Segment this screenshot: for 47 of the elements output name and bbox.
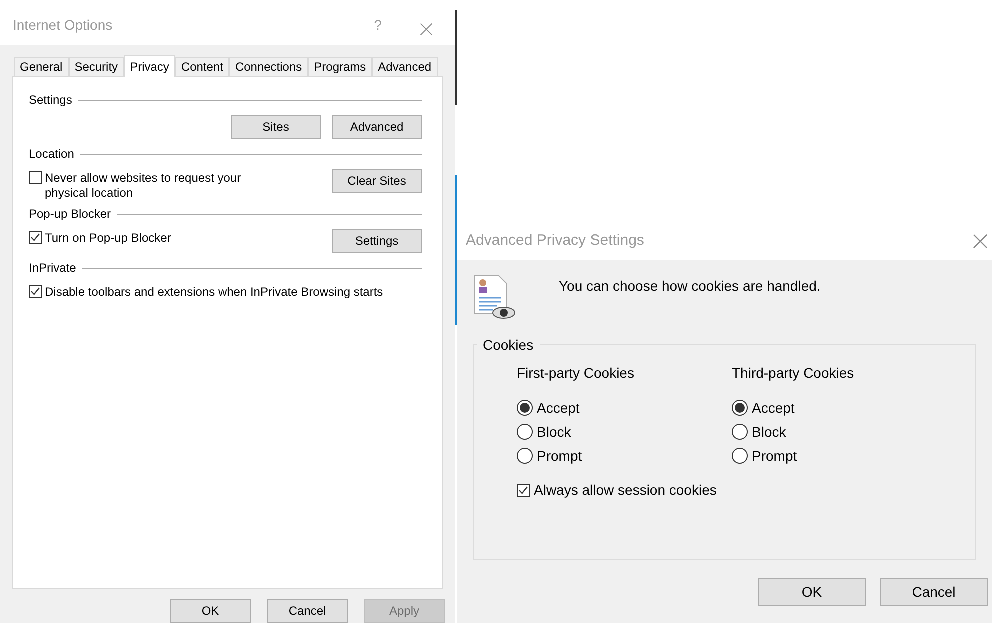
close-icon[interactable] [973, 234, 988, 248]
checkbox[interactable] [29, 285, 42, 298]
dialog-button[interactable]: Advanced [332, 115, 422, 139]
dialog-button[interactable]: Settings [332, 229, 422, 253]
checkbox-label: Disable toolbars and extensions when InPrivate Browsing starts [45, 285, 384, 300]
checkbox-label: Always allow session cookies [534, 481, 717, 500]
privacy-document-icon [473, 274, 517, 320]
radio-label: Accept [537, 398, 580, 418]
radio-button[interactable] [517, 448, 533, 464]
section-title: Pop-up Blocker [29, 206, 112, 223]
radio-label: Block [752, 422, 786, 442]
dialog-title: Advanced Privacy Settings [466, 230, 646, 251]
column-heading: Third-party Cookies [732, 364, 856, 383]
tab[interactable]: General [14, 57, 69, 76]
radio-button[interactable] [517, 400, 533, 416]
checkbox[interactable] [517, 484, 530, 497]
dialog-button[interactable]: Cancel [880, 578, 988, 606]
radio-button[interactable] [732, 424, 748, 440]
radio-label: Accept [752, 398, 795, 418]
window-title: Internet Options [13, 16, 113, 35]
tab[interactable]: Connections [229, 57, 308, 76]
dialog-button[interactable]: OK [170, 599, 251, 623]
tab[interactable]: Advanced [372, 57, 438, 76]
tab[interactable]: Security [68, 57, 124, 76]
dialog-button[interactable]: Cancel [267, 599, 348, 623]
tab[interactable]: Programs [308, 57, 372, 76]
close-icon[interactable] [420, 23, 433, 36]
section-title: Location [29, 146, 74, 163]
radio-button[interactable] [732, 448, 748, 464]
radio-label: Block [537, 422, 572, 442]
tab[interactable]: Privacy [124, 55, 176, 77]
dialog-button[interactable]: OK [758, 578, 866, 606]
message-text: You can choose how cookies are handled. [559, 277, 821, 296]
tab[interactable]: Content [175, 57, 230, 76]
checkbox[interactable] [29, 231, 42, 244]
checkbox-label: Turn on Pop-up Blocker [45, 231, 172, 246]
section-title: Settings [29, 92, 72, 109]
radio-button[interactable] [517, 424, 533, 440]
dialog-button[interactable]: Clear Sites [332, 169, 422, 193]
column-heading: First-party Cookies [517, 364, 636, 383]
radio-label: Prompt [537, 446, 582, 466]
radio-label: Prompt [752, 446, 798, 466]
section-title: InPrivate [29, 260, 76, 277]
dialog-button[interactable]: Sites [231, 115, 321, 139]
checkbox[interactable] [29, 171, 42, 184]
radio-button[interactable] [732, 400, 748, 416]
checkbox-label: Never allow websites to request your physical location [45, 171, 242, 201]
